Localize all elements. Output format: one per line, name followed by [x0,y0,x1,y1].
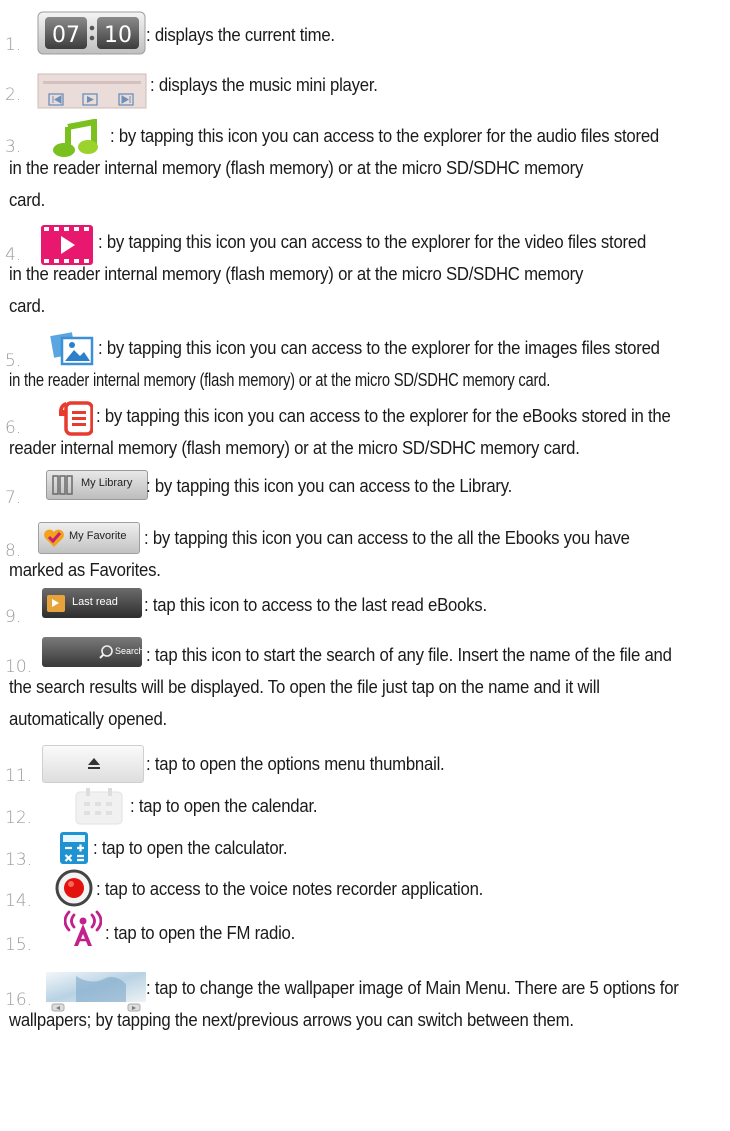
item-text-line: marked as Favorites. [9,560,161,580]
last-read-icon: Last read [42,588,142,618]
item-text-line: : tap to open the options menu thumbnail… [146,754,445,774]
item-number: 1. [5,35,22,55]
images-icon [50,332,94,368]
item-text-line: in the reader internal memory (flash mem… [9,158,584,178]
item-number: 7. [5,488,22,508]
item-text-line: : displays the current time. [146,25,335,45]
item-number: 12. [5,808,33,828]
item-number: 13. [5,850,33,870]
item-text-line: : tap this icon to start the search of a… [146,645,672,665]
item-text-line: : tap to open the calendar. [130,796,318,816]
my-library-icon: My Library [46,470,148,500]
item-text-line: : tap to open the calculator. [93,838,288,858]
item-text-line: : tap to change the wallpaper image of M… [146,978,679,998]
item-text-line: : by tapping this icon you can access to… [146,476,513,496]
fm-radio-icon [63,910,103,948]
clock-icon: 07 10 [37,11,146,55]
calendar-icon [70,786,128,826]
ebooks-icon [57,400,94,436]
item-number: 15. [5,935,33,955]
item-text-line: card. [9,190,46,210]
item-text-line: automatically opened. [9,709,167,729]
item-text-line: : tap to access to the voice notes recor… [96,879,484,899]
my-favorite-icon: My Favorite [38,522,140,554]
item-text-line: reader internal memory (flash memory) or… [9,438,580,458]
item-text-line: : tap this icon to access to the last re… [144,595,487,615]
item-text-line: in the reader internal memory (flash mem… [9,264,584,284]
item-number: 11. [5,766,33,786]
item-text-line: card. [9,296,46,316]
item-text-line: : by tapping this icon you can access to… [144,528,630,548]
item-number: 2. [5,85,22,105]
my-library-label: My Library [81,477,133,489]
options-menu-icon [42,745,144,783]
item-text-line: : tap to open the FM radio. [105,923,296,943]
item-text-line: the search results will be displayed. To… [9,677,600,697]
calculator-icon [59,831,89,865]
my-favorite-label: My Favorite [69,530,127,542]
search-label: Search [115,646,144,656]
item-text-line: : by tapping this icon you can access to… [98,232,647,252]
clock-minutes: 10 [104,23,132,48]
item-text-line: wallpapers; by tapping the next/previous… [9,1010,574,1030]
clock-hours: 07 [52,23,80,48]
voice-recorder-icon [55,869,93,907]
item-text-line: : by tapping this icon you can access to… [98,338,660,358]
item-text-line: : by tapping this icon you can access to… [96,406,671,426]
item-text-line: in the reader internal memory (flash mem… [9,370,551,390]
item-number: 14. [5,891,33,911]
last-read-label: Last read [72,596,118,608]
item-text-line: : by tapping this icon you can access to… [110,126,659,146]
search-icon: Search [42,637,144,667]
music-mini-player-icon [37,73,147,109]
item-number: 9. [5,607,22,627]
item-text-line: : displays the music mini player. [150,75,378,95]
